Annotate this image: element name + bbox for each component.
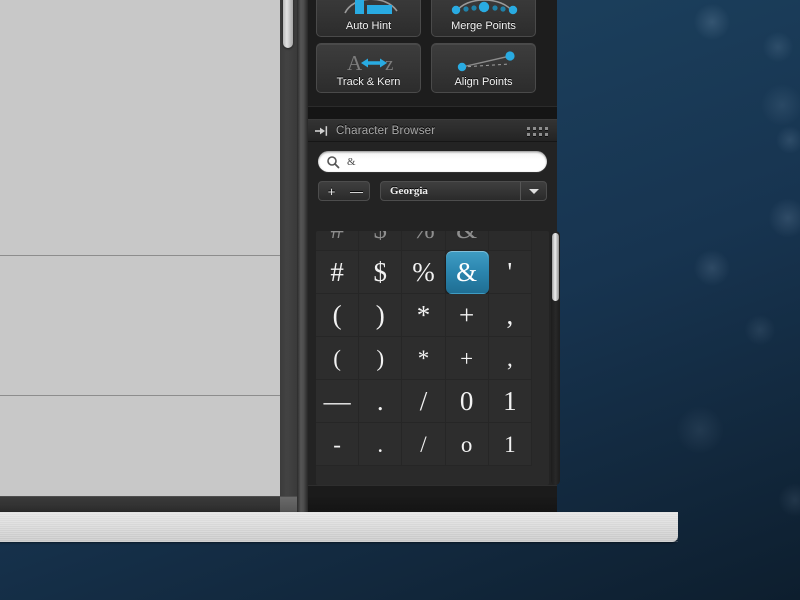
- character-grid-scrollbar-thumb[interactable]: [552, 233, 559, 301]
- tool-button-auto-hint[interactable]: Auto Hint: [316, 0, 421, 37]
- tool-row: Auto Hint Merge Points: [316, 0, 549, 43]
- character-cell[interactable]: $: [359, 231, 403, 251]
- character-cell[interactable]: o: [445, 423, 489, 466]
- character-cell[interactable]: -: [316, 423, 360, 466]
- canvas-vertical-scrollbar[interactable]: [280, 0, 297, 496]
- right-panel: Lathe Shape Add Extrema: [308, 0, 560, 512]
- character-cell[interactable]: +: [445, 337, 489, 380]
- character-cell[interactable]: *: [402, 294, 446, 337]
- align-points-icon: [432, 46, 535, 76]
- character-cell[interactable]: 1: [488, 380, 532, 423]
- character-cell[interactable]: —: [316, 380, 360, 423]
- tool-button-align-points[interactable]: Align Points: [431, 43, 536, 93]
- character-cell[interactable]: &: [445, 231, 489, 251]
- character-cell[interactable]: *: [402, 337, 446, 380]
- character-cell[interactable]: +: [445, 294, 489, 337]
- canvas-bottom-bar: [0, 496, 297, 513]
- character-cell[interactable]: #: [316, 231, 360, 251]
- svg-text:A: A: [347, 51, 363, 75]
- application-window: Lathe Shape Add Extrema: [0, 0, 678, 572]
- tool-button-label: Auto Hint: [345, 20, 392, 32]
- character-search-row: &: [308, 142, 557, 172]
- canvas-guideline-descender: [0, 395, 280, 396]
- chevron-down-icon[interactable]: [520, 182, 546, 200]
- character-cell[interactable]: $: [359, 251, 403, 294]
- font-select-value: Georgia: [390, 185, 428, 197]
- search-icon: [326, 155, 340, 169]
- character-grid-scrollbar[interactable]: [551, 231, 560, 485]
- character-cell[interactable]: ): [359, 337, 403, 380]
- character-cell[interactable]: ': [488, 231, 532, 251]
- character-cell[interactable]: ': [488, 251, 532, 294]
- character-cell[interactable]: 0: [445, 380, 489, 423]
- tool-button-label: Merge Points: [451, 20, 516, 32]
- tool-row: A z Track & Kern Align Points: [316, 43, 549, 99]
- add-remove-button-group: + —: [318, 181, 370, 201]
- character-controls-row: + — Georgia: [308, 172, 557, 201]
- canvas-scrollbar-thumb[interactable]: [283, 0, 293, 48]
- canvas-resize-grip[interactable]: [280, 497, 297, 513]
- auto-hint-icon: [317, 0, 420, 20]
- character-cell[interactable]: #: [316, 251, 360, 294]
- search-input-value: &: [347, 155, 356, 168]
- window-bottom-bar: [0, 512, 678, 542]
- tool-button-grid: Lathe Shape Add Extrema: [308, 0, 557, 112]
- window-bottom-bar-texture: [0, 512, 678, 542]
- track-kern-icon: A z: [317, 46, 420, 76]
- character-browser-titlebar[interactable]: Character Browser: [308, 120, 557, 142]
- tool-button-label: Track & Kern: [336, 76, 401, 88]
- tool-button-merge-points[interactable]: Merge Points: [431, 0, 536, 37]
- character-cell[interactable]: .: [359, 380, 403, 423]
- tool-button-label: Align Points: [454, 76, 513, 88]
- character-cell[interactable]: %: [402, 231, 446, 251]
- remove-character-button[interactable]: —: [344, 182, 369, 200]
- svg-text:z: z: [385, 54, 393, 75]
- tool-grid-separator: [308, 106, 557, 119]
- character-grid[interactable]: #$%&' #$%&' ()*+, ()*+, —./01 -./o1: [316, 231, 549, 485]
- character-cell[interactable]: (: [316, 337, 360, 380]
- character-browser-panel: Character Browser & + — Georgia # $ % & …: [308, 119, 560, 498]
- glyph-canvas[interactable]: [0, 0, 280, 496]
- character-cell[interactable]: &: [445, 251, 489, 294]
- add-character-button[interactable]: +: [319, 182, 344, 200]
- merge-points-icon: [432, 0, 535, 20]
- character-cell[interactable]: 1: [488, 423, 532, 466]
- character-cell[interactable]: ,: [488, 337, 532, 380]
- search-input[interactable]: &: [318, 151, 547, 172]
- character-cell[interactable]: /: [402, 380, 446, 423]
- canvas-guideline-baseline: [0, 255, 280, 256]
- character-cell[interactable]: .: [359, 423, 403, 466]
- grip-dots-icon[interactable]: [527, 127, 549, 136]
- character-cell[interactable]: /: [402, 423, 446, 466]
- collapse-panel-icon[interactable]: [314, 124, 328, 138]
- character-cell[interactable]: %: [402, 251, 446, 294]
- character-cell[interactable]: ,: [488, 294, 532, 337]
- tool-button-track-kern[interactable]: A z Track & Kern: [316, 43, 421, 93]
- font-select-dropdown[interactable]: Georgia: [380, 181, 547, 201]
- character-cell[interactable]: ): [359, 294, 403, 337]
- right-panel-bottom-strip: [308, 497, 557, 512]
- character-browser-title: Character Browser: [336, 124, 436, 137]
- character-cell[interactable]: (: [316, 294, 360, 337]
- panel-divider[interactable]: [297, 0, 308, 512]
